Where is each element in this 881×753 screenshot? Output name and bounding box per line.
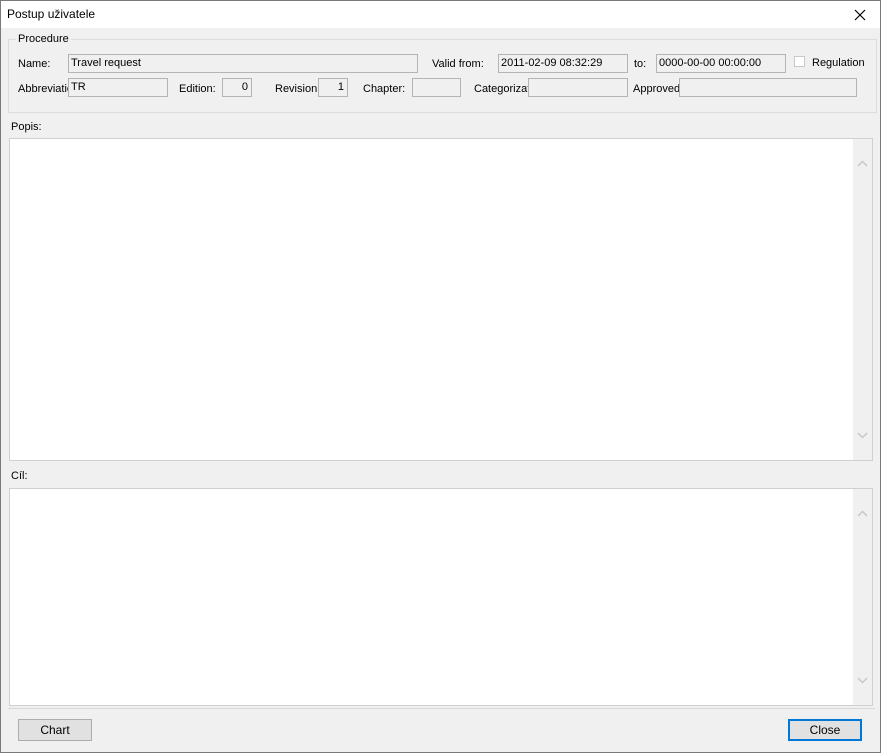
approved-field[interactable] bbox=[679, 78, 857, 97]
close-button[interactable]: Close bbox=[788, 719, 862, 741]
popis-textarea[interactable] bbox=[9, 138, 873, 461]
name-field[interactable]: Travel request bbox=[68, 54, 418, 73]
popis-label: Popis: bbox=[11, 121, 42, 133]
edition-label: Edition: bbox=[179, 83, 216, 95]
chevron-up-icon[interactable] bbox=[856, 157, 869, 170]
valid-to-field[interactable]: 0000-00-00 00:00:00 bbox=[656, 54, 786, 73]
close-icon[interactable] bbox=[840, 1, 880, 28]
chevron-down-icon[interactable] bbox=[856, 674, 869, 687]
procedure-legend: Procedure bbox=[16, 33, 71, 45]
to-label: to: bbox=[634, 58, 647, 70]
regulation-checkbox[interactable] bbox=[794, 56, 805, 67]
chapter-label: Chapter: bbox=[363, 83, 406, 95]
cil-scrollbar[interactable] bbox=[853, 489, 872, 705]
name-label: Name: bbox=[18, 58, 51, 70]
procedure-group bbox=[8, 39, 877, 113]
categorization-label: Categorization bbox=[474, 83, 528, 95]
revision-label: Revision bbox=[275, 83, 318, 95]
cil-textarea[interactable] bbox=[9, 488, 873, 706]
approved-label: Approved bbox=[633, 83, 679, 95]
categorization-field[interactable] bbox=[528, 78, 628, 97]
popis-scrollbar[interactable] bbox=[853, 139, 872, 460]
chevron-down-icon[interactable] bbox=[856, 429, 869, 442]
valid-from-label: Valid from: bbox=[432, 58, 484, 70]
revision-field[interactable]: 1 bbox=[318, 78, 348, 97]
edition-field[interactable]: 0 bbox=[222, 78, 252, 97]
bottom-separator bbox=[8, 708, 875, 709]
regulation-label: Regulation bbox=[812, 57, 865, 69]
chapter-field[interactable] bbox=[412, 78, 461, 97]
dialog-window: Postup uživatele Procedure Name: Travel … bbox=[0, 0, 881, 753]
abbreviation-label: Abbreviation bbox=[18, 83, 68, 95]
title-bar: Postup uživatele bbox=[1, 1, 880, 28]
abbreviation-field[interactable]: TR bbox=[68, 78, 168, 97]
valid-from-field[interactable]: 2011-02-09 08:32:29 bbox=[498, 54, 628, 73]
chevron-up-icon[interactable] bbox=[856, 507, 869, 520]
chart-button[interactable]: Chart bbox=[18, 719, 92, 741]
cil-label: Cíl: bbox=[11, 470, 28, 482]
window-title: Postup uživatele bbox=[7, 7, 96, 21]
